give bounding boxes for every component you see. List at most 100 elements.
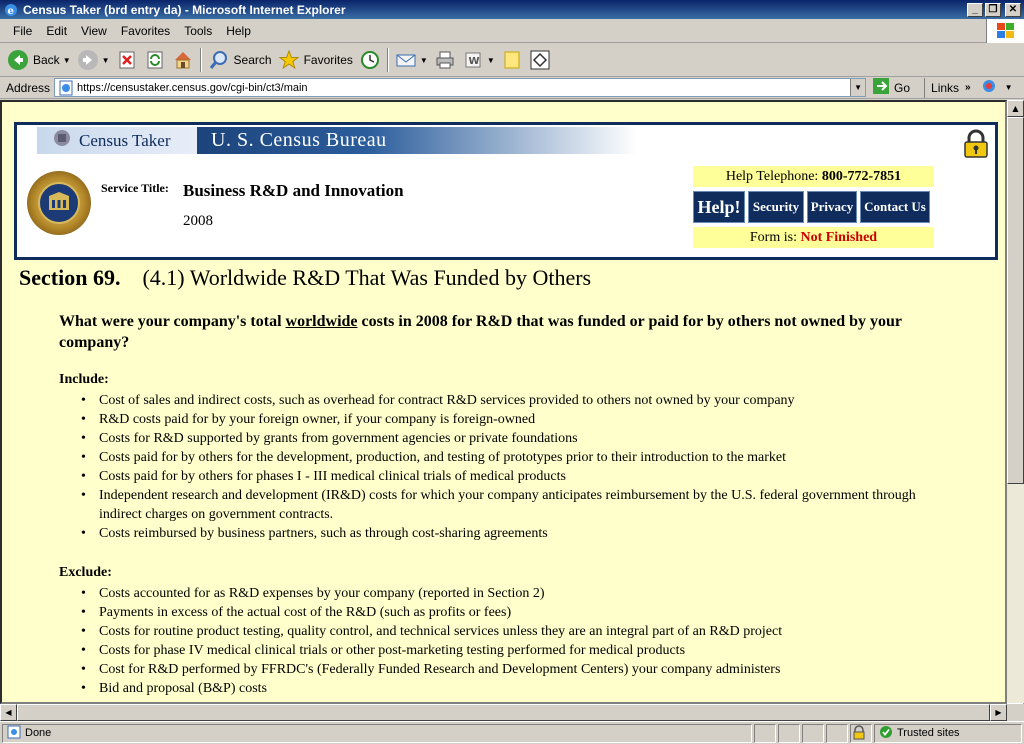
seal-emblem-icon [38, 182, 80, 224]
toolbar-separator [199, 48, 202, 72]
help-button[interactable]: Help! [693, 191, 745, 223]
census-banner: Census Taker U. S. Census Bureau [37, 127, 637, 154]
scroll-corner [1007, 704, 1024, 721]
menu-edit[interactable]: Edit [39, 24, 74, 38]
menu-favorites[interactable]: Favorites [114, 24, 177, 38]
exclude-list: Costs accounted for as R&D expenses by y… [81, 584, 941, 698]
snagit-icon[interactable] [981, 78, 999, 97]
privacy-button[interactable]: Privacy [807, 191, 857, 223]
security-button[interactable]: Security [748, 191, 804, 223]
mail-button[interactable]: ▼ [392, 46, 431, 74]
exclude-item: Costs for phase IV medical clinical tria… [81, 641, 941, 660]
discuss-button[interactable] [498, 46, 526, 74]
links-dropdown-icon[interactable]: ▼ [1005, 83, 1013, 92]
refresh-button[interactable] [141, 46, 169, 74]
links-toolbar[interactable]: Links » ▼ [924, 77, 1013, 98]
history-button[interactable] [356, 46, 384, 74]
include-item: Costs reimbursed by business partners, s… [81, 524, 941, 543]
census-header: Census Taker U. S. Census Bureau Service… [14, 122, 998, 260]
include-list: Cost of sales and indirect costs, such a… [81, 391, 941, 543]
toolbar-separator [386, 48, 389, 72]
go-button[interactable]: Go [872, 77, 924, 98]
mail-icon [395, 49, 417, 71]
menu-bar: File Edit View Favorites Tools Help [0, 19, 1024, 43]
menu-tools[interactable]: Tools [177, 24, 219, 38]
status-cell [778, 723, 800, 743]
close-button[interactable]: ✕ [1005, 2, 1021, 17]
include-block: Include: Cost of sales and indirect cost… [59, 372, 941, 543]
question-text-start: What were your company's total [59, 313, 286, 330]
horizontal-scrollbar[interactable]: ◀ ▶ [0, 704, 1007, 721]
svg-text:e: e [8, 6, 14, 17]
address-label: Address [6, 80, 51, 95]
department-of-commerce-seal [27, 171, 91, 235]
links-label: Links [931, 80, 960, 95]
stop-button[interactable] [113, 46, 141, 74]
trusted-zone-check-icon [879, 725, 893, 742]
maximize-button[interactable]: ❐ [985, 2, 1001, 17]
padlock-icon [853, 724, 865, 739]
include-item: R&D costs paid for by your foreign owner… [81, 410, 941, 429]
messenger-button[interactable] [526, 46, 554, 74]
chevron-right-icon[interactable]: » [965, 82, 971, 93]
scroll-right-arrow-icon[interactable]: ▶ [990, 704, 1007, 721]
section-number: Section 69. [19, 265, 121, 290]
status-cell [826, 723, 848, 743]
search-button[interactable]: Search [205, 46, 275, 74]
address-dropdown-icon[interactable]: ▼ [850, 79, 866, 96]
security-zone[interactable]: Trusted sites [874, 723, 1022, 743]
back-dropdown-icon[interactable]: ▼ [63, 56, 71, 65]
scroll-left-arrow-icon[interactable]: ◀ [0, 704, 17, 721]
edit-dropdown-icon[interactable]: ▼ [487, 56, 495, 65]
vertical-scrollbar[interactable]: ▲ ▼ [1007, 100, 1024, 720]
print-button[interactable] [431, 46, 459, 74]
horizontal-scroll-thumb[interactable] [17, 704, 990, 721]
go-label: Go [894, 80, 911, 95]
printer-icon [434, 49, 456, 71]
exclude-block: Exclude: Costs accounted for as R&D expe… [59, 565, 941, 698]
exclude-heading: Exclude: [59, 565, 112, 580]
back-button[interactable]: Back ▼ [4, 46, 74, 74]
census-taker-brand: Census Taker [37, 127, 197, 154]
exclude-item: Payments in excess of the actual cost of… [81, 603, 941, 622]
status-cell [754, 723, 776, 743]
include-item: Independent research and development (IR… [81, 486, 941, 524]
service-title: Business R&D and Innovation [183, 181, 404, 200]
include-item: Costs for R&D supported by grants from g… [81, 429, 941, 448]
standard-toolbar: Back ▼ ▼ Search Favorites ▼ W ▼ [0, 44, 1024, 77]
status-text-area: Done [2, 723, 752, 743]
search-label: Search [233, 53, 272, 67]
minimize-button[interactable]: _ [967, 2, 983, 17]
back-arrow-icon [7, 49, 29, 71]
ie-icon: e [3, 2, 19, 18]
include-item: Cost of sales and indirect costs, such a… [81, 391, 941, 410]
survey-year: 2008 [183, 213, 213, 229]
help-telephone-number: 800-772-7851 [821, 169, 902, 184]
menu-view[interactable]: View [74, 24, 114, 38]
favorites-label: Favorites [303, 53, 353, 67]
menu-file[interactable]: File [6, 24, 39, 38]
vertical-scroll-thumb[interactable] [1007, 117, 1024, 484]
include-heading: Include: [59, 372, 109, 387]
scroll-up-arrow-icon[interactable]: ▲ [1007, 100, 1024, 117]
contact-us-button[interactable]: Contact Us [860, 191, 930, 223]
address-bar: Address https://censustaker.census.gov/c… [0, 77, 1024, 99]
ssl-lock-status[interactable] [850, 723, 872, 743]
home-button[interactable] [169, 46, 197, 74]
diamond-window-icon [529, 49, 551, 71]
exclude-item: Costs for routine product testing, quali… [81, 622, 941, 641]
menu-help[interactable]: Help [219, 24, 258, 38]
service-title-label: Service Title: [101, 181, 169, 195]
security-zone-label: Trusted sites [897, 727, 960, 739]
forward-button[interactable]: ▼ [74, 46, 113, 74]
stop-icon [116, 49, 138, 71]
edit-button[interactable]: W ▼ [459, 46, 498, 74]
help-button-group: Help! Security Privacy Contact Us [693, 191, 930, 223]
address-input[interactable]: https://censustaker.census.gov/cgi-bin/c… [54, 78, 867, 97]
form-status-value: Not Finished [800, 230, 878, 245]
window-title-bar[interactable]: e Census Taker (brd entry da) - Microsof… [0, 0, 1024, 19]
status-cell [802, 723, 824, 743]
mail-dropdown-icon[interactable]: ▼ [420, 56, 428, 65]
favorites-button[interactable]: Favorites [275, 46, 356, 74]
forward-dropdown-icon[interactable]: ▼ [102, 56, 110, 65]
